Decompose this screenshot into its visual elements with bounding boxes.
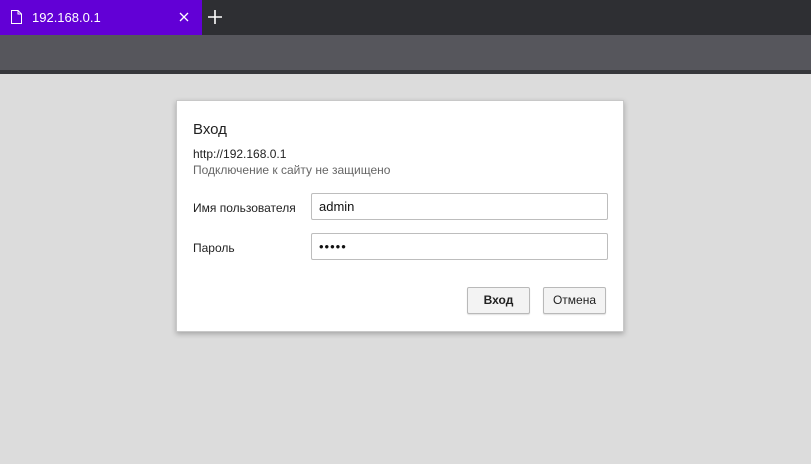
login-button[interactable]: Вход xyxy=(467,287,530,314)
tab-active[interactable]: 192.168.0.1 xyxy=(0,0,202,35)
browser-toolbar xyxy=(0,35,811,70)
login-dialog: Вход http://192.168.0.1 Подключение к са… xyxy=(176,100,624,332)
plus-icon[interactable] xyxy=(207,9,223,25)
toolbar-divider xyxy=(0,70,811,74)
tab-strip: 192.168.0.1 xyxy=(0,0,811,35)
tab-title: 192.168.0.1 xyxy=(32,10,101,25)
close-icon[interactable] xyxy=(178,10,190,22)
cancel-button[interactable]: Отмена xyxy=(543,287,606,314)
connection-warning: Подключение к сайту не защищено xyxy=(193,163,391,177)
password-label: Пароль xyxy=(193,241,235,255)
username-label: Имя пользователя xyxy=(193,201,296,215)
file-icon xyxy=(11,10,22,24)
password-field[interactable]: ••••• xyxy=(311,233,608,260)
dialog-title: Вход xyxy=(193,121,227,138)
username-field[interactable]: admin xyxy=(311,193,608,220)
site-url: http://192.168.0.1 xyxy=(193,147,287,161)
